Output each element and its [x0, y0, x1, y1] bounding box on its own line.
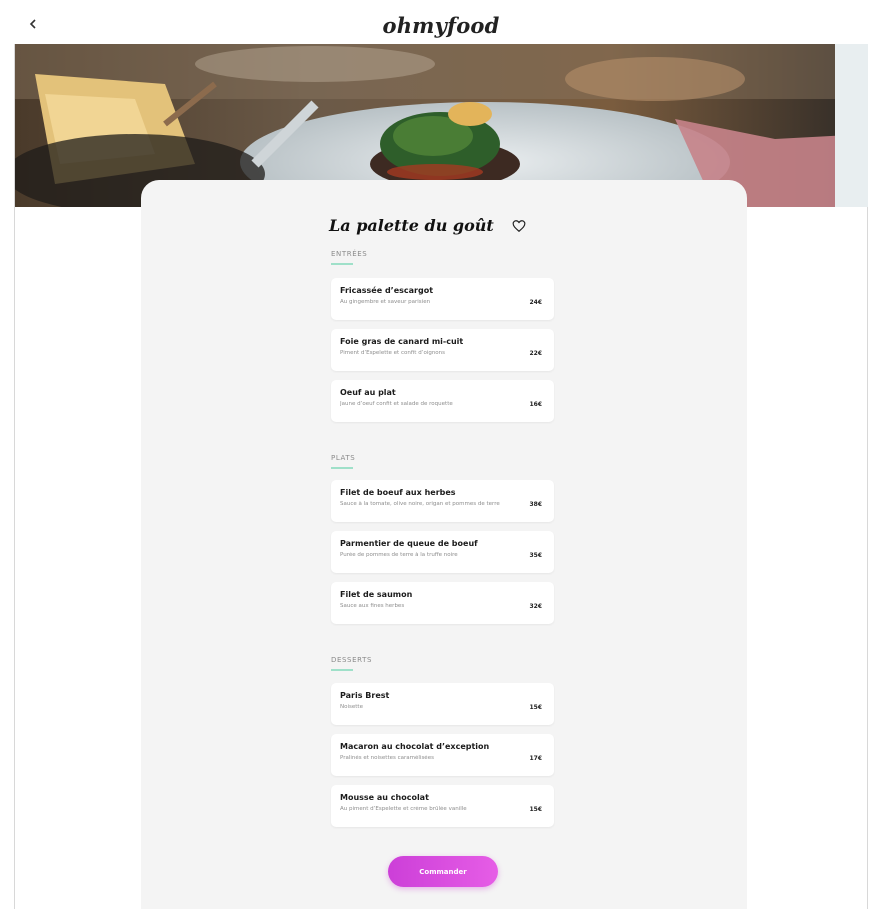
dish-name: Oeuf au plat [340, 388, 396, 397]
dish-price: 35€ [529, 552, 542, 559]
dish-card[interactable]: Filet de saumon Sauce aux fines herbes 3… [331, 582, 554, 624]
dish-description: Au piment d’Espelette et crème brûlée va… [340, 806, 467, 812]
dish-name: Mousse au chocolat [340, 793, 429, 802]
dish-card[interactable]: Paris Brest Noisette 15€ [331, 683, 554, 725]
dish-price: 15€ [529, 806, 542, 813]
dish-card[interactable]: Parmentier de queue de boeuf Purée de po… [331, 531, 554, 573]
menu-card: La palette du goût ENTRÉES Fricassée d’e… [141, 180, 747, 909]
order-button[interactable]: Commander [388, 856, 498, 887]
dish-name: Parmentier de queue de boeuf [340, 539, 478, 548]
dish-name: Filet de saumon [340, 590, 413, 599]
dish-name: Foie gras de canard mi-cuit [340, 337, 464, 346]
back-arrow-icon[interactable] [28, 18, 38, 32]
dish-description: Jaune d’oeuf confit et salade de roquett… [340, 401, 453, 407]
restaurant-name: La palette du goût [329, 215, 494, 235]
dish-price: 16€ [529, 401, 542, 408]
section-label-entrees: ENTRÉES [331, 250, 368, 258]
dish-card[interactable]: Mousse au chocolat Au piment d’Espelette… [331, 785, 554, 827]
dish-price: 22€ [529, 350, 542, 357]
top-bar: ohmyfood [14, 6, 868, 44]
section-underline [331, 467, 353, 469]
dish-card[interactable]: Oeuf au plat Jaune d’oeuf confit et sala… [331, 380, 554, 422]
dish-price: 38€ [529, 501, 542, 508]
dish-card[interactable]: Filet de boeuf aux herbes Sauce à la tom… [331, 480, 554, 522]
dish-name: Filet de boeuf aux herbes [340, 488, 456, 497]
dish-price: 24€ [529, 299, 542, 306]
dish-description: Au gingembre et saveur parisien [340, 299, 431, 305]
dish-description: Noisette [340, 704, 363, 710]
dish-name: Macaron au chocolat d’exception [340, 742, 490, 751]
dish-price: 32€ [529, 603, 542, 610]
menu-title-row: La palette du goût [329, 212, 559, 238]
dish-price: 17€ [529, 755, 542, 762]
section-underline [331, 263, 353, 265]
dish-description: Pralinés et noisettes caramélisées [340, 755, 434, 761]
section-label-plats: PLATS [331, 454, 356, 462]
dish-card[interactable]: Macaron au chocolat d’exception Pralinés… [331, 734, 554, 776]
heart-icon[interactable] [512, 218, 526, 233]
dish-card[interactable]: Foie gras de canard mi-cuit Piment d’Esp… [331, 329, 554, 371]
dish-description: Piment d’Espelette et confit d’oignons [340, 350, 446, 356]
app-logo[interactable]: ohmyfood [382, 13, 499, 38]
dish-name: Fricassée d’escargot [340, 286, 434, 295]
dish-description: Sauce à la tomate, olive noire, origan e… [340, 501, 500, 507]
section-label-desserts: DESSERTS [331, 656, 372, 664]
dish-card[interactable]: Fricassée d’escargot Au gingembre et sav… [331, 278, 554, 320]
section-underline [331, 669, 353, 671]
dish-description: Purée de pommes de terre à la truffe noi… [340, 552, 458, 558]
dish-price: 15€ [529, 704, 542, 711]
dish-name: Paris Brest [340, 691, 390, 700]
dish-description: Sauce aux fines herbes [340, 603, 405, 609]
